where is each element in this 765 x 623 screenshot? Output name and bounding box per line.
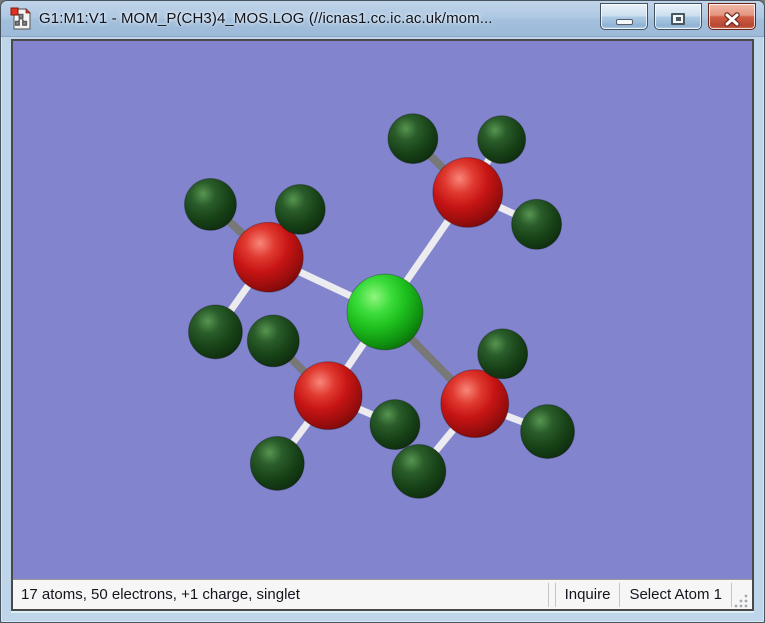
window-title: G1:M1:V1 - MOM_P(CH3)4_MOS.LOG (//icnas1… (39, 10, 493, 27)
window-frame: 17 atoms, 50 electrons, +1 charge, singl… (1, 37, 764, 622)
atom-C-C3[interactable] (293, 361, 363, 431)
resize-grip[interactable] (732, 587, 750, 609)
atom-P-P1[interactable] (346, 273, 424, 351)
molecule-summary: 17 atoms, 50 electrons, +1 charge, singl… (21, 586, 300, 603)
maximize-restore-icon (671, 13, 685, 25)
selection-indicator: Select Atom 1 (629, 586, 722, 603)
title-bar[interactable]: G1:M1:V1 - MOM_P(CH3)4_MOS.LOG (//icnas1… (1, 1, 764, 37)
maximize-button[interactable] (654, 3, 702, 30)
x-icon (724, 11, 740, 27)
atom-H-H4[interactable] (184, 177, 237, 231)
molecule-canvas[interactable] (13, 41, 752, 579)
minimize-button[interactable] (600, 3, 648, 30)
atom-H-H5[interactable] (274, 183, 326, 235)
viewport[interactable] (13, 41, 752, 579)
atom-H-H9[interactable] (249, 436, 305, 491)
status-separator (547, 582, 549, 607)
atom-H-H7[interactable] (246, 314, 300, 368)
status-bar: 17 atoms, 50 electrons, +1 charge, singl… (13, 579, 752, 609)
atom-H-H1[interactable] (387, 113, 439, 165)
atom-C-C1[interactable] (432, 157, 504, 228)
close-button[interactable] (708, 3, 756, 30)
atom-H-H3[interactable] (511, 198, 563, 250)
window-controls (600, 3, 756, 30)
atom-H-H2[interactable] (477, 115, 527, 165)
atom-H-H10[interactable] (477, 328, 529, 380)
minimize-dash-icon (615, 18, 633, 25)
atom-H-H11[interactable] (520, 404, 575, 459)
atom-H-H6[interactable] (188, 304, 243, 360)
gaussview-molecule-window: G1:M1:V1 - MOM_P(CH3)4_MOS.LOG (//icnas1… (0, 0, 765, 623)
atom-C-C4[interactable] (440, 369, 510, 439)
molecule-document-icon[interactable] (10, 7, 32, 31)
content-area: 17 atoms, 50 electrons, +1 charge, singl… (11, 39, 754, 611)
mode-indicator: Inquire (564, 586, 611, 603)
atom-H-H12[interactable] (391, 444, 447, 499)
atom-H-H8[interactable] (369, 399, 421, 450)
